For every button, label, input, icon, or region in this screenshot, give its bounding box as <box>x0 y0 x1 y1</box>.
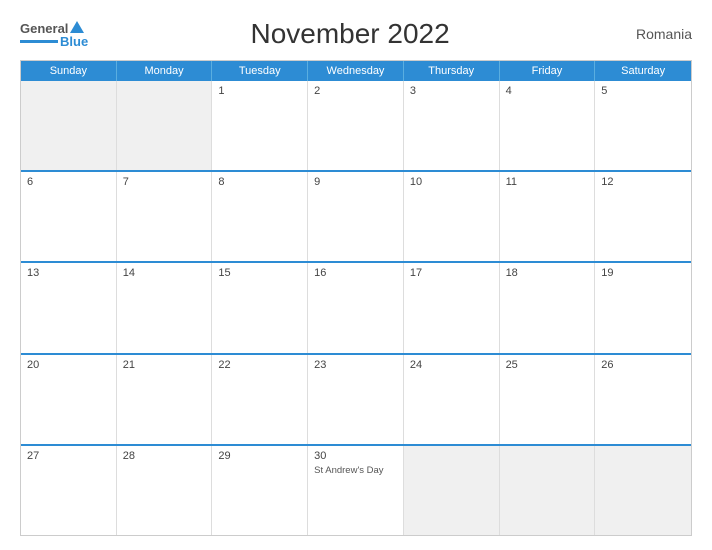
day-header-monday: Monday <box>117 61 213 81</box>
day-number: 5 <box>601 85 685 97</box>
day-cell: 19 <box>595 263 691 352</box>
day-number: 11 <box>506 176 589 188</box>
day-cell: 17 <box>404 263 500 352</box>
day-cell: 13 <box>21 263 117 352</box>
day-cell: 29 <box>212 446 308 535</box>
day-number: 17 <box>410 267 493 279</box>
day-cell: 4 <box>500 81 596 170</box>
logo: General Blue <box>20 21 88 48</box>
day-cell: 5 <box>595 81 691 170</box>
day-headers-row: SundayMondayTuesdayWednesdayThursdayFrid… <box>21 61 691 81</box>
day-cell: 1 <box>212 81 308 170</box>
day-number: 18 <box>506 267 589 279</box>
day-number: 19 <box>601 267 685 279</box>
calendar-page: General Blue November 2022 Romania Sunda… <box>0 0 712 550</box>
day-number: 25 <box>506 359 589 371</box>
day-number: 2 <box>314 85 397 97</box>
day-number: 23 <box>314 359 397 371</box>
day-cell: 12 <box>595 172 691 261</box>
day-cell: 20 <box>21 355 117 444</box>
logo-triangle-icon <box>70 21 84 33</box>
day-number: 30 <box>314 450 397 462</box>
day-number: 6 <box>27 176 110 188</box>
day-number: 28 <box>123 450 206 462</box>
day-cell <box>21 81 117 170</box>
day-cell: 26 <box>595 355 691 444</box>
day-number: 9 <box>314 176 397 188</box>
country-label: Romania <box>612 26 692 42</box>
day-number: 4 <box>506 85 589 97</box>
day-cell: 27 <box>21 446 117 535</box>
day-cell: 8 <box>212 172 308 261</box>
day-cell: 18 <box>500 263 596 352</box>
day-cell: 3 <box>404 81 500 170</box>
day-header-friday: Friday <box>500 61 596 81</box>
day-cell <box>404 446 500 535</box>
day-header-saturday: Saturday <box>595 61 691 81</box>
day-cell: 24 <box>404 355 500 444</box>
week-row-1: 1 2 3 45 <box>21 81 691 172</box>
day-header-thursday: Thursday <box>404 61 500 81</box>
day-number: 24 <box>410 359 493 371</box>
day-number: 7 <box>123 176 206 188</box>
day-event: St Andrew's Day <box>314 465 397 477</box>
day-number: 14 <box>123 267 206 279</box>
day-number: 21 <box>123 359 206 371</box>
day-number: 3 <box>410 85 493 97</box>
day-number: 16 <box>314 267 397 279</box>
logo-line <box>20 40 58 43</box>
day-cell: 15 <box>212 263 308 352</box>
header: General Blue November 2022 Romania <box>20 18 692 50</box>
day-header-tuesday: Tuesday <box>212 61 308 81</box>
week-row-4: 20 21 22 23 24 25 26 <box>21 355 691 446</box>
week-row-2: 6 78 9 10 11 12 <box>21 172 691 263</box>
day-cell: 30 St Andrew's Day <box>308 446 404 535</box>
day-cell: 7 <box>117 172 213 261</box>
day-number: 26 <box>601 359 685 371</box>
day-cell: 25 <box>500 355 596 444</box>
day-number: 29 <box>218 450 301 462</box>
day-cell <box>500 446 596 535</box>
day-number: 13 <box>27 267 110 279</box>
day-cell: 6 <box>21 172 117 261</box>
day-header-sunday: Sunday <box>21 61 117 81</box>
day-number: 1 <box>218 85 301 97</box>
day-cell: 28 <box>117 446 213 535</box>
day-cell: 9 <box>308 172 404 261</box>
day-number: 10 <box>410 176 493 188</box>
day-cell: 16 <box>308 263 404 352</box>
calendar-title: November 2022 <box>88 18 612 50</box>
logo-blue-text: Blue <box>60 35 88 48</box>
day-cell <box>117 81 213 170</box>
day-number: 20 <box>27 359 110 371</box>
day-cell: 22 <box>212 355 308 444</box>
day-number: 22 <box>218 359 301 371</box>
week-row-5: 27 28 29 30 St Andrew's Day <box>21 446 691 535</box>
day-cell: 23 <box>308 355 404 444</box>
day-cell <box>595 446 691 535</box>
day-cell: 10 <box>404 172 500 261</box>
week-row-3: 13 14 15 16 17 18 19 <box>21 263 691 354</box>
logo-general-text: General <box>20 22 68 35</box>
day-cell: 21 <box>117 355 213 444</box>
weeks-container: 1234567891011121314151617181920212223242… <box>21 81 691 535</box>
day-cell: 2 <box>308 81 404 170</box>
calendar-grid: SundayMondayTuesdayWednesdayThursdayFrid… <box>20 60 692 536</box>
day-cell: 14 <box>117 263 213 352</box>
day-number: 15 <box>218 267 301 279</box>
day-number: 27 <box>27 450 110 462</box>
day-number: 12 <box>601 176 685 188</box>
day-number: 8 <box>218 176 301 188</box>
day-header-wednesday: Wednesday <box>308 61 404 81</box>
day-cell: 11 <box>500 172 596 261</box>
